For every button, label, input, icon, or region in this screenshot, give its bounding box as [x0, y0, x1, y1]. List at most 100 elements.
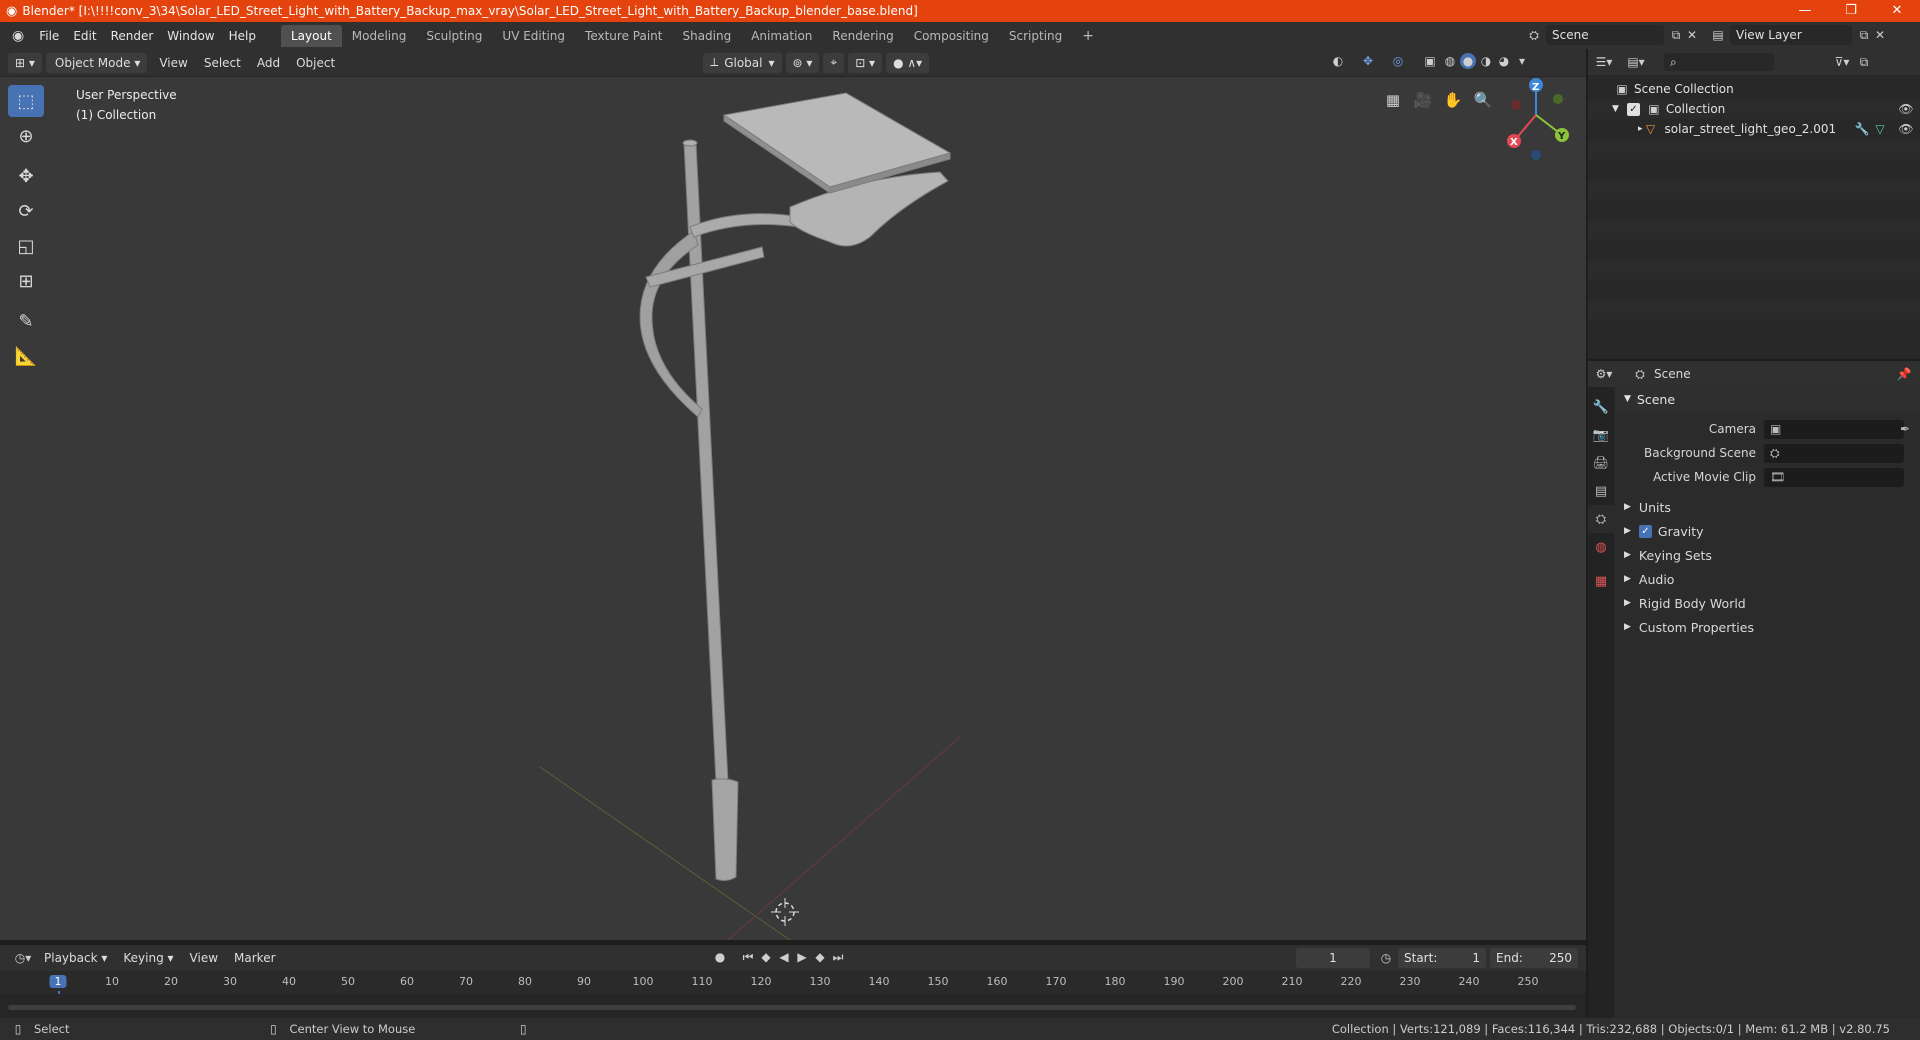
snap-target-dropdown[interactable]: ⊡ ▾ — [848, 52, 883, 73]
tab-view-layer[interactable]: ▤ — [1588, 477, 1614, 505]
transform-tool[interactable]: ⊞ — [8, 265, 44, 297]
record-button[interactable]: ● — [712, 949, 728, 965]
solid-shading-icon[interactable]: ● — [1460, 53, 1476, 69]
tab-scene[interactable]: ⛭ — [1588, 505, 1614, 533]
timeline-editor-type-icon[interactable]: ◷▾ — [10, 950, 36, 966]
measure-tool[interactable]: 📐 — [8, 340, 44, 372]
display-mode-icon[interactable]: ▤▾ — [1627, 54, 1644, 70]
tab-shading[interactable]: Shading — [672, 25, 741, 47]
annotate-tool[interactable]: ✎ — [8, 305, 44, 337]
object-menu[interactable]: Object — [288, 56, 343, 70]
keying-menu[interactable]: Keying ▾ — [115, 951, 181, 965]
add-workspace-button[interactable]: + — [1072, 24, 1104, 48]
outliner-row-object[interactable]: ▸ ▽ solar_street_light_geo_2.001 🔧 ▽ 👁 — [1588, 119, 1920, 139]
timeline-track[interactable] — [0, 994, 1586, 1018]
menu-file[interactable]: File — [32, 29, 66, 43]
tab-world[interactable]: ◍ — [1588, 533, 1614, 561]
background-scene-field[interactable]: ⛭ — [1764, 443, 1904, 463]
tab-scripting[interactable]: Scripting — [999, 25, 1072, 47]
menu-help[interactable]: Help — [222, 29, 263, 43]
rigid-body-world-panel[interactable]: ▶ Rigid Body World — [1616, 591, 1920, 615]
start-frame-field[interactable]: Start: 1 — [1398, 948, 1486, 968]
tab-texture-paint[interactable]: Texture Paint — [575, 25, 672, 47]
tab-modeling[interactable]: Modeling — [342, 25, 417, 47]
select-menu[interactable]: Select — [196, 56, 249, 70]
tab-render[interactable]: 📷 — [1588, 421, 1614, 449]
tab-rendering[interactable]: Rendering — [822, 25, 903, 47]
end-frame-field[interactable]: End: 250 — [1490, 948, 1578, 968]
tab-animation[interactable]: Animation — [741, 25, 822, 47]
clock-icon[interactable]: ◷ — [1378, 950, 1394, 966]
eyedropper-icon[interactable]: ✒ — [1900, 422, 1910, 436]
tab-uv-editing[interactable]: UV Editing — [492, 25, 575, 47]
movie-clip-field[interactable]: 🎞 — [1764, 467, 1904, 487]
camera-view-icon[interactable]: 🎥 — [1410, 87, 1436, 113]
menu-edit[interactable]: Edit — [66, 29, 103, 43]
add-menu[interactable]: Add — [249, 56, 288, 70]
scale-tool[interactable]: ◱ — [8, 230, 44, 262]
orientation-dropdown[interactable]: ⟂ Global ▾ — [703, 52, 782, 73]
cursor-tool[interactable]: ⊕ — [8, 120, 44, 152]
collection-checkbox[interactable]: ✓ — [1626, 102, 1640, 116]
timeline-scrollbar[interactable] — [8, 1005, 1576, 1010]
play-button[interactable]: ▶ — [794, 949, 810, 965]
snap-toggle[interactable]: ⌖ — [823, 52, 845, 73]
select-box-tool[interactable]: ⬚ — [8, 85, 44, 117]
menu-window[interactable]: Window — [160, 29, 221, 43]
jump-end-button[interactable]: ⏭ — [830, 949, 846, 965]
outliner-editor-type-icon[interactable]: ☰▾ — [1596, 54, 1613, 70]
rendered-shading-icon[interactable]: ◕ — [1496, 53, 1512, 69]
outliner-row-collection[interactable]: ▼ ✓ ▣ Collection 👁 — [1588, 99, 1920, 119]
xray-toggle-icon[interactable]: ▣ — [1422, 53, 1438, 69]
gravity-panel[interactable]: ▶ ✓ Gravity — [1616, 519, 1920, 543]
rotate-tool[interactable]: ⟳ — [8, 195, 44, 227]
timeline-ruler[interactable]: 1 10 20 30 40 50 60 70 80 90 100 110 120 130 140 150 160… — [0, 971, 1586, 1021]
audio-panel[interactable]: ▶ Audio — [1616, 567, 1920, 591]
shading-options-icon[interactable]: ▾ — [1514, 53, 1530, 69]
3d-viewport[interactable]: Z X Y ⬚ ⊕ ✥ ⟳ ◱ ⊞ ✎ 📐 User Perspective (… — [0, 77, 1586, 940]
view-layer-icon[interactable]: ▤ — [1710, 27, 1726, 43]
modifier-icon[interactable]: 🔧 — [1854, 121, 1870, 137]
new-collection-icon[interactable]: ⧉ — [1856, 54, 1872, 70]
collection-eye-icon[interactable]: 👁 — [1898, 101, 1914, 117]
proportional-edit-toggle[interactable]: ● ∧▾ — [886, 52, 930, 73]
playback-menu[interactable]: Playback ▾ — [36, 951, 115, 965]
visibility-dropdown-icon[interactable]: ◐ — [1330, 53, 1346, 69]
marker-menu[interactable]: Marker — [226, 951, 283, 965]
gravity-checkbox[interactable]: ✓ — [1638, 524, 1652, 538]
mesh-data-icon[interactable]: ▽ — [1872, 121, 1888, 137]
current-frame-field[interactable]: 1 — [1296, 948, 1370, 968]
tab-tool[interactable]: 🔧 — [1588, 393, 1614, 421]
material-shading-icon[interactable]: ◑ — [1478, 53, 1494, 69]
scene-panel-header[interactable]: ▼ Scene — [1616, 387, 1920, 411]
scene-selector-icon[interactable]: ⛭ — [1526, 27, 1542, 43]
new-view-layer-icon[interactable]: ⧉ — [1856, 27, 1872, 43]
collection-expand-icon[interactable]: ▼ — [1612, 104, 1619, 114]
move-tool[interactable]: ✥ — [8, 160, 44, 192]
keying-sets-panel[interactable]: ▶ Keying Sets — [1616, 543, 1920, 567]
pin-icon[interactable]: 📌 — [1896, 366, 1912, 382]
pan-view-icon[interactable]: ✋ — [1440, 87, 1466, 113]
view-menu[interactable]: View — [151, 56, 195, 70]
properties-editor-type-icon[interactable]: ⚙▾ — [1596, 366, 1613, 382]
menu-render[interactable]: Render — [104, 29, 161, 43]
camera-field[interactable]: ▣ ✒ — [1764, 419, 1910, 439]
tab-texture[interactable]: ▦ — [1588, 567, 1614, 595]
filter-icon[interactable]: ⊽▾ — [1834, 54, 1850, 70]
overlay-toggle-icon[interactable]: ◎ — [1390, 53, 1406, 69]
custom-properties-panel[interactable]: ▶ Custom Properties — [1616, 615, 1920, 639]
tab-sculpting[interactable]: Sculpting — [416, 25, 492, 47]
close-button[interactable]: ✕ — [1874, 0, 1920, 22]
pivot-dropdown[interactable]: ⊚ ▾ — [785, 52, 820, 73]
play-reverse-button[interactable]: ◀ — [776, 949, 792, 965]
units-panel[interactable]: ▶ Units — [1616, 495, 1920, 519]
wireframe-shading-icon[interactable]: ◍ — [1442, 53, 1458, 69]
prev-keyframe-button[interactable]: ◆ — [758, 949, 774, 965]
tab-compositing[interactable]: Compositing — [904, 25, 999, 47]
mode-dropdown[interactable]: Object Mode ▾ — [45, 52, 148, 73]
zoom-view-icon[interactable]: 🔍 — [1470, 87, 1496, 113]
outliner-row-scene-collection[interactable]: ▣ Scene Collection — [1588, 79, 1920, 99]
scene-field[interactable]: Scene — [1546, 25, 1664, 45]
view-layer-field[interactable]: View Layer — [1730, 25, 1852, 45]
blender-menu-icon[interactable]: ◉ — [0, 28, 32, 44]
